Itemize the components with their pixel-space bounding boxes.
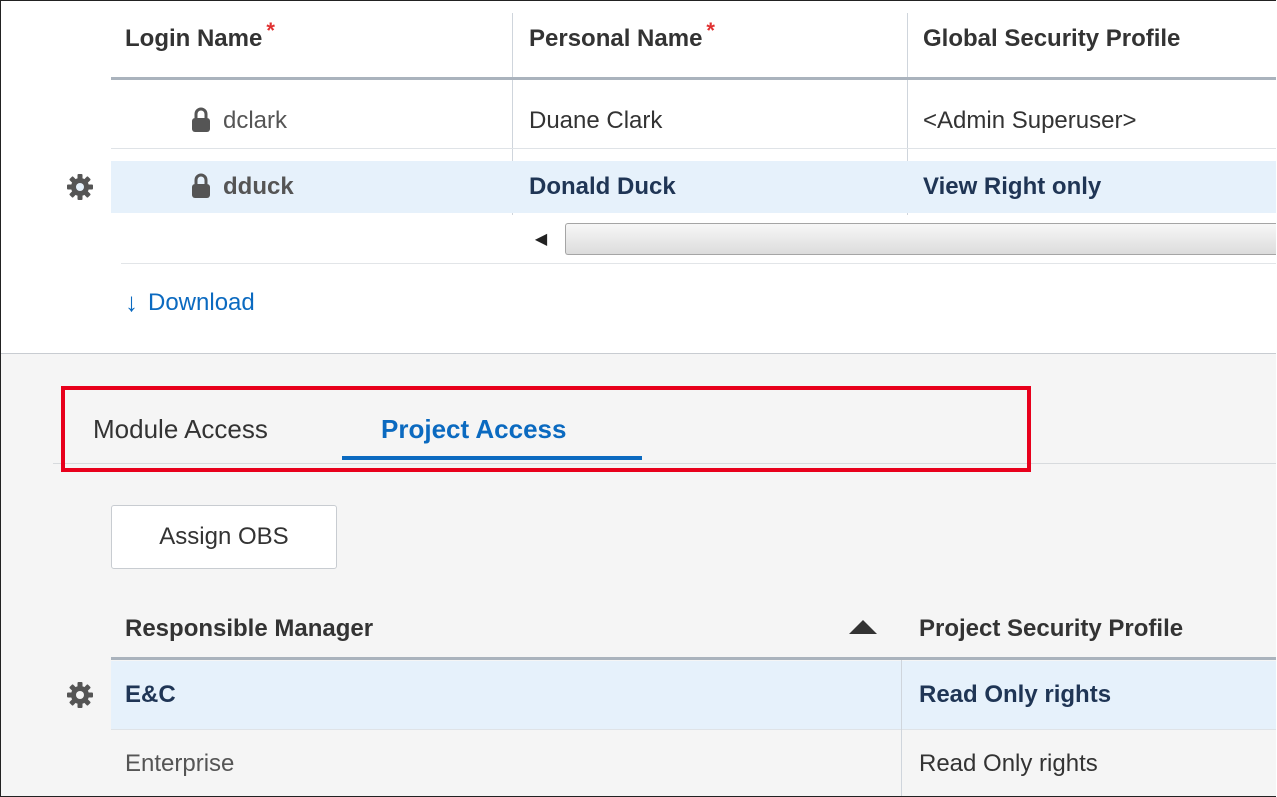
column-header-personal-name[interactable]: Personal Name * (529, 1, 715, 77)
lock-icon (192, 173, 210, 198)
assign-obs-button[interactable]: Assign OBS (111, 505, 337, 569)
responsible-manager-cell: E&C (125, 681, 176, 708)
column-header-label: Login Name (125, 25, 263, 52)
download-link[interactable]: ↓ Download (125, 287, 255, 318)
scroll-left-icon[interactable]: ◀ (523, 223, 559, 255)
gear-icon[interactable] (65, 680, 95, 710)
column-separator (901, 660, 902, 796)
column-header-login-name[interactable]: Login Name * (125, 1, 275, 77)
login-name-text: dclark (223, 107, 288, 134)
highlight-box (61, 386, 1031, 472)
row-divider (111, 148, 1276, 149)
download-label: Download (148, 288, 255, 316)
project-security-profile-cell: Read Only rights (919, 681, 1112, 708)
column-header-global-security-profile[interactable]: Global Security Profile (923, 1, 1180, 77)
header-divider (111, 657, 1276, 660)
login-name-cell: dclark (191, 95, 287, 147)
login-name-cell: dduck (191, 161, 294, 213)
security-profile-cell: <Admin Superuser> (923, 107, 1137, 134)
project-security-profile-cell: Read Only rights (919, 750, 1098, 777)
required-marker: * (266, 18, 275, 43)
personal-name-cell: Donald Duck (529, 173, 676, 200)
table-row-ec[interactable]: E&C Read Only rights (111, 661, 1276, 729)
lock-icon (192, 107, 210, 132)
app-frame: Login Name * Personal Name * Global Secu… (0, 0, 1276, 797)
column-header-project-security-profile[interactable]: Project Security Profile (919, 603, 1183, 655)
required-marker: * (706, 18, 715, 43)
scrollbar-thumb[interactable] (565, 223, 1276, 255)
table-row-dduck[interactable]: dduck Donald Duck View Right only (111, 161, 1276, 213)
users-panel: Login Name * Personal Name * Global Secu… (1, 1, 1276, 353)
personal-name-cell: Duane Clark (529, 107, 663, 134)
table-footer-divider (121, 263, 1276, 264)
sort-ascending-icon[interactable] (849, 620, 877, 634)
login-name-text: dduck (223, 173, 294, 200)
table-row-dclark[interactable]: dclark Duane Clark <Admin Superuser> (111, 95, 1276, 147)
column-header-label: Personal Name (529, 25, 703, 52)
gear-icon[interactable] (65, 172, 95, 202)
header-divider (111, 77, 1276, 80)
horizontal-scrollbar[interactable]: ◀ (513, 215, 1276, 263)
security-profile-cell: View Right only (923, 173, 1102, 200)
responsible-manager-cell: Enterprise (125, 750, 235, 777)
table-row-enterprise[interactable]: Enterprise Read Only rights (111, 730, 1276, 796)
download-arrow-icon: ↓ (125, 287, 138, 317)
column-header-responsible-manager[interactable]: Responsible Manager (125, 603, 373, 655)
column-header-label: Global Security Profile (923, 25, 1181, 52)
